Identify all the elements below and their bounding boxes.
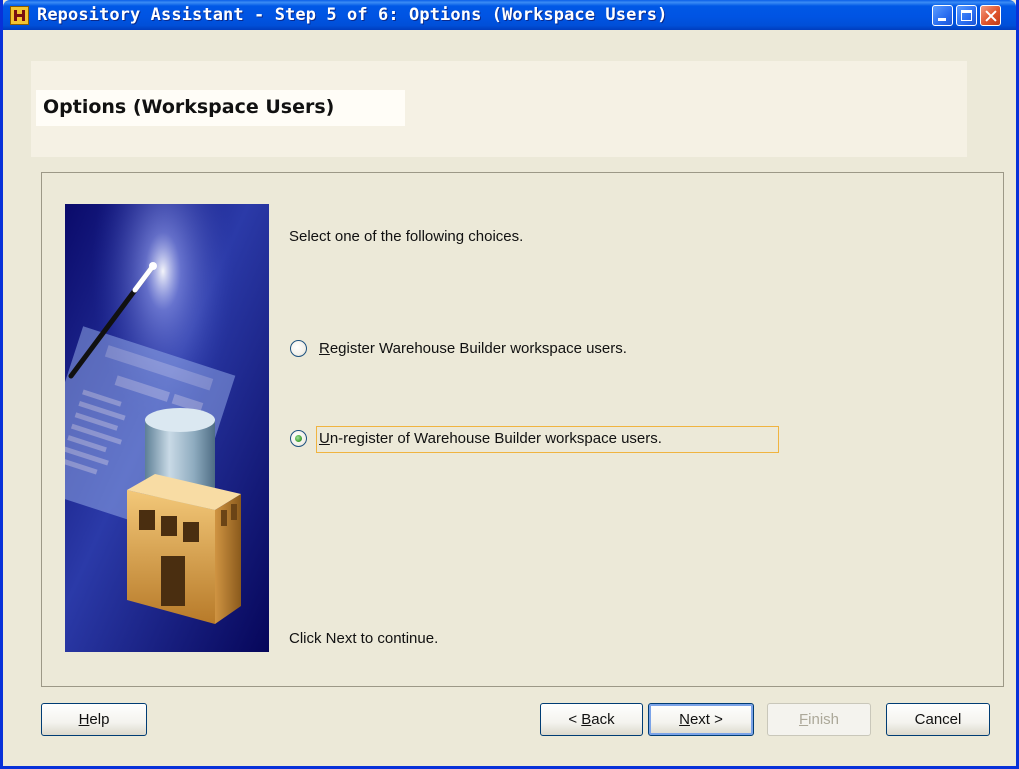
maximize-icon[interactable] — [956, 5, 977, 26]
unregister-option-label[interactable]: Un-register of Warehouse Builder workspa… — [319, 430, 662, 447]
instruction-text: Select one of the following choices. — [289, 228, 524, 245]
repository-assistant-icon — [10, 6, 29, 25]
dialog-window: Repository Assistant - Step 5 of 6: Opti… — [0, 0, 1019, 769]
register-option-label[interactable]: Register Warehouse Builder workspace use… — [319, 340, 627, 357]
title-bar[interactable]: Repository Assistant - Step 5 of 6: Opti… — [3, 0, 1016, 30]
back-button[interactable]: < Back — [540, 703, 643, 736]
close-icon[interactable] — [980, 5, 1001, 26]
help-button[interactable]: Help — [41, 703, 147, 736]
footer-hint: Click Next to continue. — [289, 630, 439, 647]
unregister-radio[interactable] — [290, 430, 307, 447]
register-radio[interactable] — [290, 340, 307, 357]
next-button[interactable]: Next > — [648, 703, 754, 736]
page-title: Options (Workspace Users) — [43, 96, 335, 118]
window-title: Repository Assistant - Step 5 of 6: Opti… — [37, 5, 668, 25]
warehouse-wizard-illustration — [65, 204, 269, 652]
cancel-button[interactable]: Cancel — [886, 703, 990, 736]
finish-button[interactable]: Finish — [767, 703, 871, 736]
minimize-icon[interactable] — [932, 5, 953, 26]
